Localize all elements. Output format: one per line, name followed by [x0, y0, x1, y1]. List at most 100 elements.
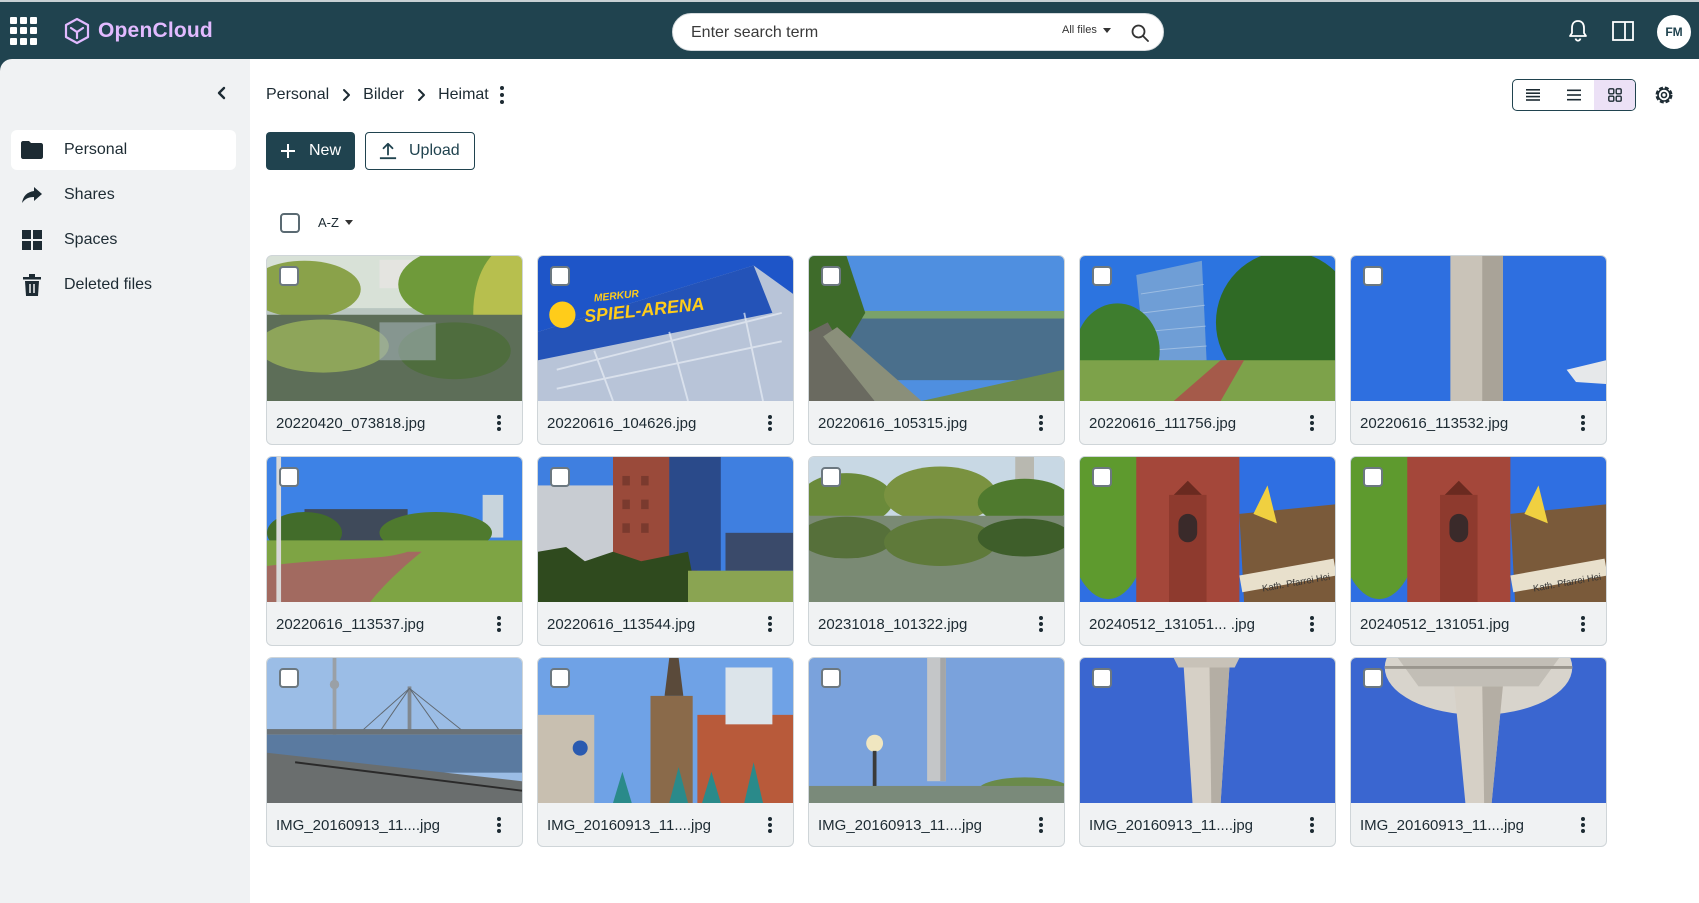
file-select-checkbox[interactable] [279, 467, 299, 487]
file-tile[interactable]: IMG_20160913_11....jpg [1079, 657, 1336, 847]
file-tile[interactable]: 20231018_101322.jpg [808, 456, 1065, 646]
file-name[interactable]: 20220616_113537.jpg [276, 616, 424, 633]
file-tile[interactable]: IMG_20160913_11....jpg [266, 657, 523, 847]
file-thumbnail[interactable] [809, 658, 1064, 803]
bell-icon[interactable] [1565, 18, 1591, 44]
file-name[interactable]: 20220420_073818.jpg [276, 415, 425, 432]
file-thumbnail[interactable] [1351, 256, 1606, 401]
file-name[interactable]: 20240512_131051... .jpg [1089, 616, 1255, 633]
file-name[interactable]: IMG_20160913_11....jpg [818, 817, 982, 834]
file-actions-menu-icon[interactable] [766, 815, 774, 835]
file-select-checkbox[interactable] [1092, 668, 1112, 688]
file-name[interactable]: IMG_20160913_11....jpg [1089, 817, 1253, 834]
file-name[interactable]: 20220616_113544.jpg [547, 616, 695, 633]
file-thumbnail[interactable] [538, 658, 793, 803]
view-tiles-button[interactable] [1594, 80, 1635, 110]
file-actions-menu-icon[interactable] [1308, 413, 1316, 433]
search-scope-dropdown[interactable]: All files [1062, 24, 1111, 36]
breadcrumb-heimat[interactable]: Heimat [438, 86, 489, 104]
search-input[interactable] [691, 20, 1021, 46]
upload-button[interactable]: Upload [365, 132, 475, 170]
file-thumbnail[interactable] [809, 457, 1064, 602]
file-select-checkbox[interactable] [1092, 266, 1112, 286]
file-tile[interactable]: Kath. Pfarrei Hei 20240512_131051.jpg [1350, 456, 1607, 646]
file-select-checkbox[interactable] [1363, 668, 1383, 688]
file-actions-menu-icon[interactable] [495, 614, 503, 634]
file-name[interactable]: 20220616_113532.jpg [1360, 415, 1508, 432]
file-tile[interactable]: IMG_20160913_11....jpg [537, 657, 794, 847]
file-name[interactable]: 20220616_104626.jpg [547, 415, 696, 432]
app-switcher-icon[interactable] [10, 17, 38, 45]
file-tile[interactable]: 20220420_073818.jpg [266, 255, 523, 445]
new-button[interactable]: New [266, 132, 355, 170]
file-name[interactable]: 20220616_111756.jpg [1089, 415, 1236, 432]
file-thumbnail[interactable] [538, 457, 793, 602]
file-tile[interactable]: 20220616_105315.jpg [808, 255, 1065, 445]
file-actions-menu-icon[interactable] [1308, 614, 1316, 634]
file-actions-menu-icon[interactable] [766, 614, 774, 634]
select-all-checkbox[interactable] [280, 213, 300, 233]
sidebar-item-personal[interactable]: Personal [11, 130, 236, 170]
file-thumbnail[interactable]: Kath. Pfarrei Hei [1080, 457, 1335, 602]
collapse-sidebar-icon[interactable] [212, 83, 232, 103]
breadcrumb-bilder[interactable]: Bilder [363, 86, 404, 104]
app-logo[interactable]: OpenCloud [64, 15, 213, 47]
folder-actions-menu-icon[interactable] [499, 85, 505, 105]
file-tile[interactable]: IMG_20160913_11....jpg [808, 657, 1065, 847]
file-actions-menu-icon[interactable] [1579, 614, 1587, 634]
avatar[interactable]: FM [1657, 15, 1691, 49]
file-actions-menu-icon[interactable] [495, 413, 503, 433]
file-select-checkbox[interactable] [279, 266, 299, 286]
sort-dropdown[interactable]: A-Z [318, 215, 353, 230]
file-thumbnail[interactable] [1080, 658, 1335, 803]
file-thumbnail[interactable] [267, 457, 522, 602]
file-name[interactable]: IMG_20160913_11....jpg [276, 817, 440, 834]
file-name[interactable]: 20240512_131051.jpg [1360, 616, 1509, 633]
file-actions-menu-icon[interactable] [495, 815, 503, 835]
file-select-checkbox[interactable] [1363, 467, 1383, 487]
file-actions-menu-icon[interactable] [766, 413, 774, 433]
sidebar-panel-icon[interactable] [1610, 18, 1636, 44]
file-select-checkbox[interactable] [1092, 467, 1112, 487]
file-name[interactable]: IMG_20160913_11....jpg [547, 817, 711, 834]
file-thumbnail[interactable] [267, 256, 522, 401]
file-select-checkbox[interactable] [550, 266, 570, 286]
file-thumbnail[interactable] [1351, 658, 1606, 803]
file-select-checkbox[interactable] [550, 467, 570, 487]
file-thumbnail[interactable]: Kath. Pfarrei Hei [1351, 457, 1606, 602]
file-tile[interactable]: Kath. Pfarrei Hei 20240512_131051... .jpg [1079, 456, 1336, 646]
sidebar-item-shares[interactable]: Shares [11, 175, 236, 215]
file-thumbnail[interactable] [1080, 256, 1335, 401]
sidebar-item-spaces[interactable]: Spaces [11, 220, 236, 260]
file-select-checkbox[interactable] [279, 668, 299, 688]
file-tile[interactable]: 20220616_113532.jpg [1350, 255, 1607, 445]
sidebar-item-deleted-files[interactable]: Deleted files [11, 265, 236, 305]
file-actions-menu-icon[interactable] [1579, 413, 1587, 433]
file-tile[interactable]: 20220616_113544.jpg [537, 456, 794, 646]
file-thumbnail[interactable] [267, 658, 522, 803]
file-thumbnail[interactable] [809, 256, 1064, 401]
file-select-checkbox[interactable] [550, 668, 570, 688]
file-actions-menu-icon[interactable] [1037, 413, 1045, 433]
gear-icon[interactable] [1652, 83, 1676, 107]
view-list-button[interactable] [1554, 80, 1595, 110]
file-actions-menu-icon[interactable] [1037, 614, 1045, 634]
file-select-checkbox[interactable] [821, 266, 841, 286]
file-select-checkbox[interactable] [1363, 266, 1383, 286]
file-name[interactable]: IMG_20160913_11....jpg [1360, 817, 1524, 834]
file-tile[interactable]: IMG_20160913_11....jpg [1350, 657, 1607, 847]
file-actions-menu-icon[interactable] [1579, 815, 1587, 835]
file-name[interactable]: 20231018_101322.jpg [818, 616, 967, 633]
file-thumbnail[interactable]: MERKUR SPIEL-ARENA [538, 256, 793, 401]
file-select-checkbox[interactable] [821, 467, 841, 487]
breadcrumb-personal[interactable]: Personal [266, 86, 329, 104]
file-tile[interactable]: MERKUR SPIEL-ARENA 20220616_104626.jpg [537, 255, 794, 445]
file-actions-menu-icon[interactable] [1037, 815, 1045, 835]
search-icon[interactable] [1129, 22, 1151, 44]
view-condensed-table-button[interactable] [1513, 80, 1554, 110]
file-select-checkbox[interactable] [821, 668, 841, 688]
file-tile[interactable]: 20220616_111756.jpg [1079, 255, 1336, 445]
file-tile[interactable]: 20220616_113537.jpg [266, 456, 523, 646]
file-actions-menu-icon[interactable] [1308, 815, 1316, 835]
file-name[interactable]: 20220616_105315.jpg [818, 415, 967, 432]
